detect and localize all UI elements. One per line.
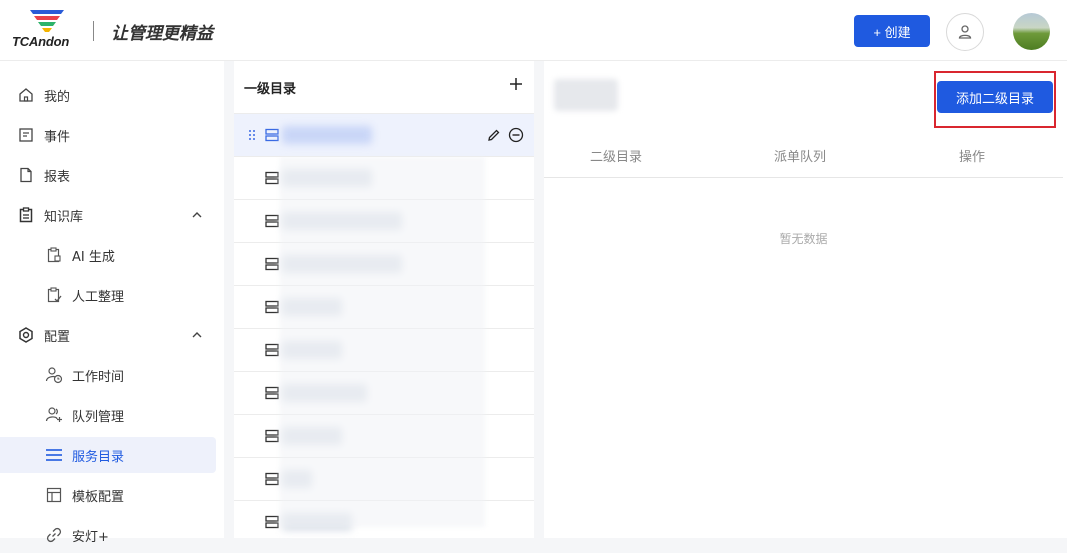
catalog-row-name-redacted xyxy=(282,126,372,144)
user-icon xyxy=(958,25,972,39)
chevron-up-icon[interactable] xyxy=(190,328,204,342)
server-icon xyxy=(265,257,279,271)
sidebar-item-label: 事件 xyxy=(44,129,71,145)
user-profile-button[interactable] xyxy=(946,13,984,51)
sidebar-item-label: 配置 xyxy=(44,329,71,345)
remove-icon[interactable] xyxy=(508,127,524,143)
sidebar-item-ai-generate[interactable]: AI 生成 xyxy=(0,237,216,273)
sidebar-item-events[interactable]: 事件 xyxy=(0,117,216,153)
sidebar-item-label: 报表 xyxy=(44,169,71,185)
add-second-level-label: 添加二级目录 xyxy=(955,90,1034,106)
sidebar-item-label: 我的 xyxy=(44,89,71,105)
sidebar-item-queue-management[interactable]: 队列管理 xyxy=(0,397,216,433)
server-icon xyxy=(265,171,279,185)
home-icon xyxy=(17,86,35,104)
logo-text: TCAndon xyxy=(12,34,70,49)
server-icon xyxy=(265,429,279,443)
users-add-icon xyxy=(45,406,63,424)
sidebar-item-service-catalog[interactable]: 服务目录 xyxy=(0,437,216,473)
create-button-label: + 创建 xyxy=(873,24,911,40)
server-icon xyxy=(265,386,279,400)
selected-catalog-title-redacted xyxy=(554,79,618,111)
sidebar-item-knowledge-base[interactable]: 知识库 xyxy=(0,197,216,233)
sidebar-item-label: 知识库 xyxy=(44,209,84,225)
server-icon xyxy=(265,300,279,314)
user-clock-icon xyxy=(45,366,63,384)
avatar[interactable] xyxy=(1013,13,1050,50)
sidebar-item-label: 模板配置 xyxy=(72,489,125,505)
add-second-level-catalog-button[interactable]: 添加二级目录 xyxy=(937,81,1053,113)
column-header-second-level: 二级目录 xyxy=(590,150,643,165)
clipboard-icon xyxy=(17,206,35,224)
slogan: 让管理更精益 xyxy=(111,24,213,44)
server-icon xyxy=(265,515,279,529)
drag-handle-icon[interactable] xyxy=(248,129,256,141)
check-clipboard-icon xyxy=(45,286,63,304)
column-header-actions: 操作 xyxy=(959,150,986,165)
chevron-up-icon[interactable] xyxy=(190,208,204,222)
sidebar-item-label: 服务目录 xyxy=(72,449,125,465)
empty-state-text: 暂无数据 xyxy=(779,232,828,246)
sidebar-item-config[interactable]: 配置 xyxy=(0,317,216,353)
create-button[interactable]: + 创建 xyxy=(854,15,930,47)
sidebar-item-label: 工作时间 xyxy=(72,369,125,385)
sidebar-item-label: 队列管理 xyxy=(72,409,125,425)
ai-doc-icon xyxy=(45,246,63,264)
edit-icon[interactable] xyxy=(487,128,501,142)
sidebar: 我的 事件 报表 知识库 AI 生成 人工整理 配置 工作时间 队列管理 服务目… xyxy=(0,61,224,545)
sidebar-item-label: 安灯+ xyxy=(72,529,109,545)
second-level-catalog-panel: 添加二级目录 二级目录 派单队列 操作 暂无数据 xyxy=(544,61,1067,538)
catalog-row[interactable] xyxy=(234,113,534,156)
sidebar-item-template-config[interactable]: 模板配置 xyxy=(0,477,216,513)
sidebar-item-manual-organize[interactable]: 人工整理 xyxy=(0,277,216,313)
sidebar-item-mine[interactable]: 我的 xyxy=(0,77,216,113)
hexagon-gear-icon xyxy=(17,326,35,344)
server-icon xyxy=(265,128,279,142)
layout-icon xyxy=(45,486,63,504)
sidebar-item-label: AI 生成 xyxy=(72,249,115,265)
logo-mark-icon xyxy=(30,10,64,32)
server-icon xyxy=(265,343,279,357)
sidebar-item-work-time[interactable]: 工作时间 xyxy=(0,357,216,393)
redaction-overlay xyxy=(280,157,485,527)
header-divider xyxy=(93,21,94,41)
link-icon xyxy=(45,526,63,544)
sidebar-item-reports[interactable]: 报表 xyxy=(0,157,216,193)
column-header-dispatch-queue: 派单队列 xyxy=(774,150,827,165)
server-icon xyxy=(265,472,279,486)
table-header-divider xyxy=(544,177,1063,178)
top-bar: TCAndon 让管理更精益 + 创建 xyxy=(0,0,1067,61)
file-icon xyxy=(17,166,35,184)
add-catalog-icon[interactable] xyxy=(508,76,524,92)
list-icon xyxy=(45,446,63,464)
sidebar-item-label: 人工整理 xyxy=(72,289,125,305)
server-icon xyxy=(265,214,279,228)
sidebar-item-andon-plus[interactable]: 安灯+ xyxy=(0,517,216,553)
tcandon-logo[interactable]: TCAndon xyxy=(12,8,82,52)
document-icon xyxy=(17,126,35,144)
first-level-catalog-title: 一级目录 xyxy=(244,82,297,97)
